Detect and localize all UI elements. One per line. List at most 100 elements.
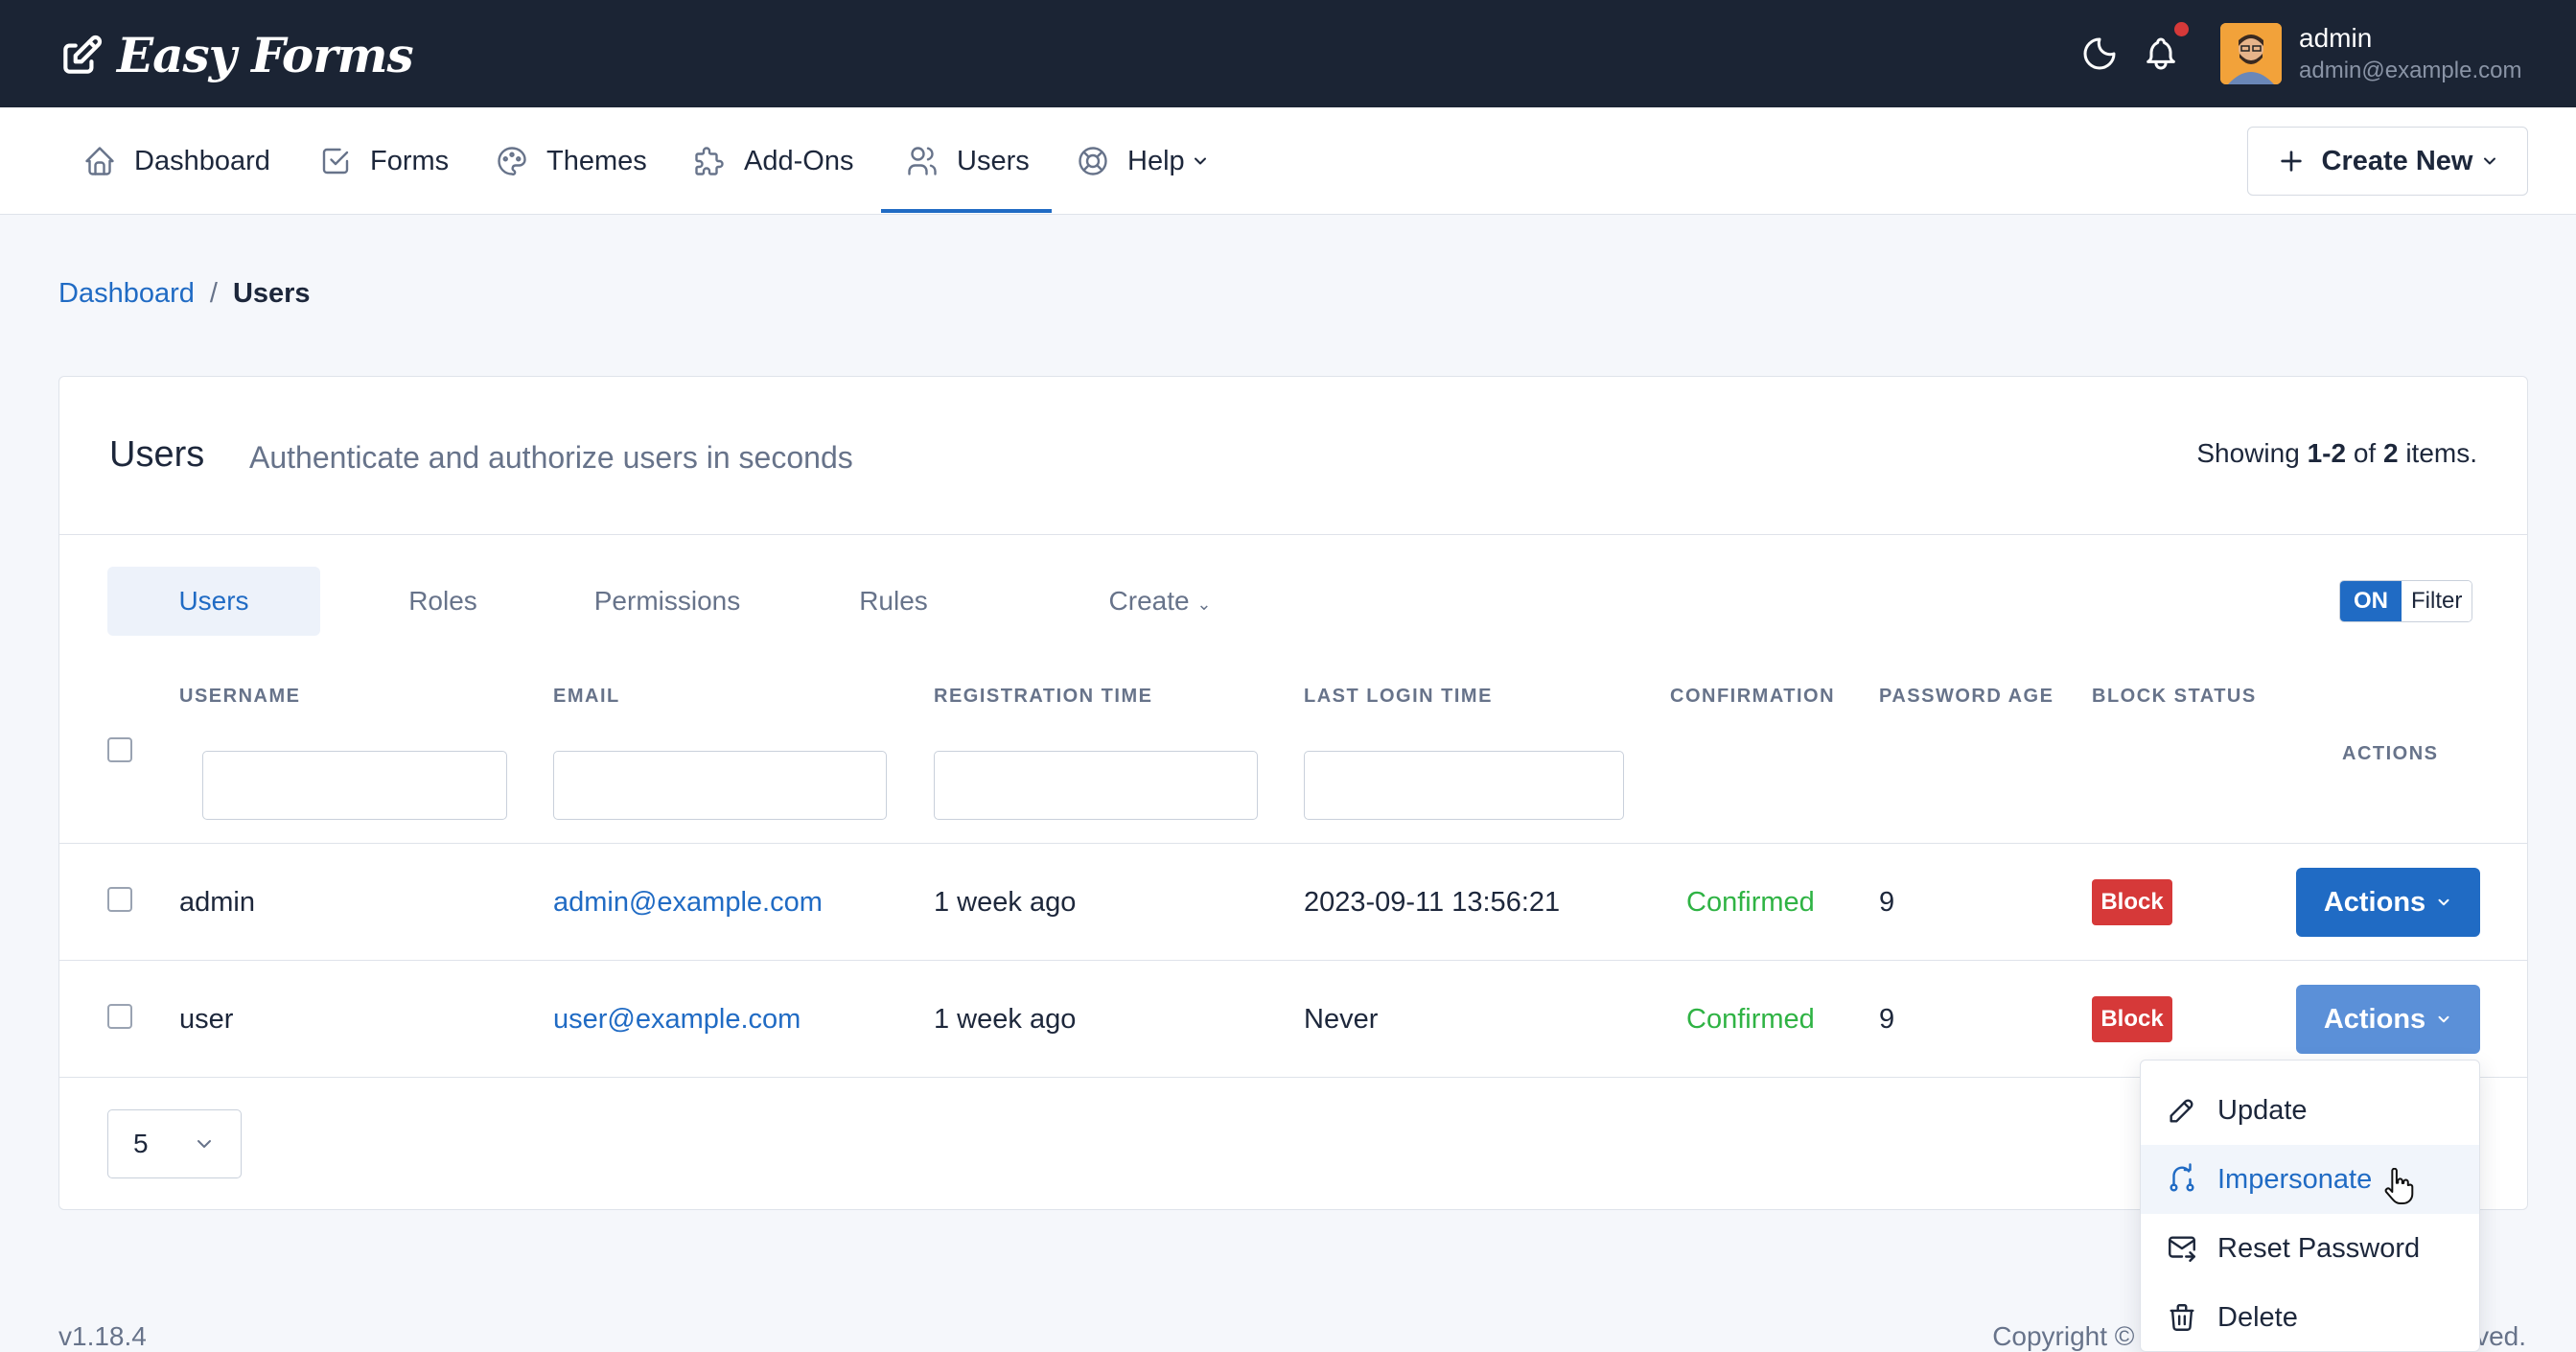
row-checkbox[interactable] — [107, 887, 132, 912]
block-button[interactable]: Block — [2092, 879, 2172, 925]
checkbox-icon — [322, 148, 349, 175]
actions-label: Actions — [2323, 1003, 2426, 1035]
user-email: admin@example.com — [2299, 58, 2522, 83]
nav-users[interactable]: Users — [905, 107, 1030, 215]
column-header-confirmation: CONFIRMATION — [1670, 686, 1836, 707]
impersonate-icon — [2170, 1163, 2194, 1192]
menu-item-label: Delete — [2217, 1301, 2298, 1333]
chevron-down-icon — [197, 1140, 211, 1148]
column-header-password-age: PASSWORD AGE — [1879, 686, 2054, 707]
tab-rules[interactable]: Rules — [836, 567, 951, 636]
cell-password-age: 9 — [1879, 887, 1895, 918]
chevron-down-icon — [2438, 1015, 2449, 1023]
filter-email-input[interactable] — [553, 751, 887, 820]
plus-icon — [2280, 151, 2302, 172]
row-divider — [59, 960, 2527, 961]
cell-email-link[interactable]: user@example.com — [553, 1004, 801, 1036]
block-button[interactable]: Block — [2092, 996, 2172, 1042]
nav-themes[interactable]: Themes — [495, 107, 647, 215]
showing-suffix: items. — [2405, 438, 2477, 468]
page-size-value: 5 — [133, 1129, 149, 1158]
card-divider — [59, 534, 2527, 535]
brand-name: Easy Forms — [117, 27, 414, 83]
nav-label: Dashboard — [134, 145, 270, 176]
column-header-registration-time[interactable]: REGISTRATION TIME — [934, 686, 1152, 708]
menu-item-update[interactable]: Update — [2141, 1076, 2479, 1145]
tab-permissions[interactable]: Permissions — [552, 567, 782, 636]
cell-registration-time: 1 week ago — [934, 1004, 1077, 1035]
create-new-button[interactable]: Create New — [2247, 127, 2528, 196]
column-header-actions: ACTIONS — [2342, 743, 2439, 764]
column-header-last-login-time[interactable]: LAST LOGIN TIME — [1304, 686, 1493, 708]
edit-icon — [63, 35, 103, 74]
nav-forms[interactable]: Forms — [318, 107, 449, 215]
showing-total: 2 — [2382, 438, 2399, 468]
mail-forward-icon — [2169, 1236, 2195, 1262]
menu-item-delete[interactable]: Delete — [2141, 1283, 2479, 1352]
tab-users[interactable]: Users — [107, 567, 320, 636]
column-header-username[interactable]: USERNAME — [179, 686, 300, 708]
home-icon — [85, 147, 114, 175]
copyright-end: ved. — [2475, 1321, 2526, 1351]
nav-help[interactable]: Help — [1076, 107, 1210, 215]
cell-registration-time: 1 week ago — [934, 887, 1077, 918]
tab-roles[interactable]: Roles — [385, 567, 500, 636]
trash-icon — [2170, 1304, 2194, 1331]
avatar[interactable] — [2220, 23, 2282, 84]
showing-range: 1-2 — [2307, 438, 2347, 468]
nav-label: Add-Ons — [744, 145, 854, 176]
cell-confirmation: Confirmed — [1686, 887, 1815, 918]
bell-icon[interactable] — [2142, 35, 2180, 73]
breadcrumb-dashboard[interactable]: Dashboard — [58, 278, 195, 310]
filter-toggle[interactable]: ON Filter — [2339, 580, 2473, 622]
tab-create[interactable]: Create ⌄ — [1093, 567, 1227, 636]
nav-label: Help — [1127, 145, 1185, 176]
pencil-icon — [2170, 1099, 2193, 1123]
breadcrumb-current: Users — [232, 278, 311, 309]
cell-confirmation: Confirmed — [1686, 1004, 1815, 1035]
menu-item-impersonate[interactable]: Impersonate — [2141, 1145, 2479, 1214]
filter-username-input[interactable] — [202, 751, 507, 820]
chevron-down-icon — [1194, 157, 1206, 165]
breadcrumb-separator: / — [209, 278, 218, 309]
row-checkbox[interactable] — [107, 1004, 132, 1029]
actions-dropdown-menu: Update Impersonate Reset Password Delete — [2140, 1060, 2480, 1352]
card-title: Users — [109, 434, 205, 475]
filter-registration-input[interactable] — [934, 751, 1258, 820]
moon-icon[interactable] — [2080, 35, 2119, 73]
nav-label: Users — [957, 145, 1030, 176]
page-size-select[interactable]: 5 — [107, 1109, 242, 1178]
menu-item-reset-password[interactable]: Reset Password — [2141, 1214, 2479, 1283]
actions-button[interactable]: Actions — [2296, 868, 2480, 937]
user-name[interactable]: admin — [2299, 23, 2372, 54]
nav-label: Themes — [546, 145, 647, 176]
brand-logo[interactable]: Easy Forms — [58, 27, 414, 83]
palette-icon — [498, 147, 526, 176]
menu-item-label: Reset Password — [2217, 1232, 2421, 1264]
column-header-email[interactable]: EMAIL — [553, 686, 620, 708]
cell-username: user — [179, 1004, 234, 1035]
filter-toggle-label[interactable]: Filter — [2402, 581, 2472, 621]
actions-button[interactable]: Actions — [2296, 985, 2480, 1054]
card-subtitle: Authenticate and authorize users in seco… — [249, 440, 853, 475]
app-version: v1.18.4 — [58, 1321, 147, 1351]
filter-last-login-input[interactable] — [1304, 751, 1624, 820]
nav-label: Forms — [370, 145, 450, 176]
menu-item-label: Impersonate — [2217, 1163, 2373, 1195]
lifebuoy-icon — [1079, 147, 1107, 175]
cell-username: admin — [179, 887, 255, 918]
row-divider — [59, 843, 2527, 844]
column-header-block-status: BLOCK STATUS — [2092, 686, 2257, 707]
main-nav: Dashboard Forms Themes Add-Ons Users Hel… — [0, 107, 2576, 215]
showing-of: of — [2353, 438, 2377, 468]
nav-addons[interactable]: Add-Ons — [692, 107, 853, 215]
showing-summary: Showing 1-2 of 2 items. — [2196, 438, 2477, 469]
cell-email-link[interactable]: admin@example.com — [553, 887, 823, 919]
select-all-checkbox[interactable] — [107, 737, 132, 762]
chevron-down-icon — [2438, 898, 2449, 906]
puzzle-icon — [695, 147, 724, 175]
nav-dashboard[interactable]: Dashboard — [82, 107, 270, 215]
users-icon — [908, 147, 937, 175]
filter-toggle-on[interactable]: ON — [2340, 581, 2402, 621]
cell-last-login-time: 2023-09-11 13:56:21 — [1304, 887, 1561, 918]
